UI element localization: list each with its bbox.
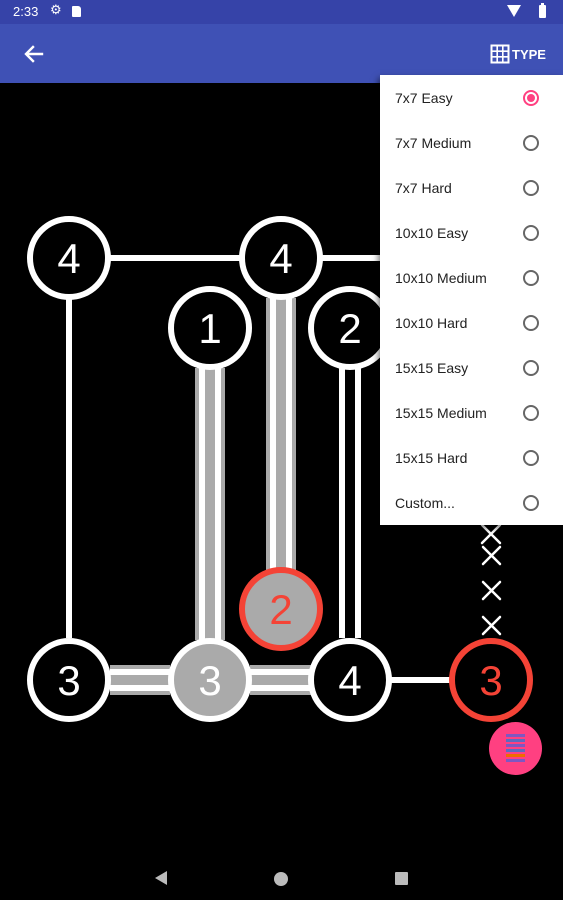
bridge-c-g[interactable] [195,368,225,640]
island-number: 3 [479,657,502,704]
menu-item-7x7-hard[interactable]: 7x7 Hard [380,165,563,210]
menu-item-label: 7x7 Medium [395,134,472,151]
radio-icon[interactable] [523,224,539,241]
menu-item-label: 10x10 Medium [395,269,487,286]
island-number: 1 [198,305,221,352]
navigation-bar [0,855,563,900]
radio-icon[interactable] [523,494,539,511]
back-button[interactable] [18,38,50,70]
menu-item-7x7-medium[interactable]: 7x7 Medium [380,120,563,165]
menu-item-10x10-medium[interactable]: 10x10 Medium [380,255,563,300]
back-arrow-icon [24,45,44,63]
bridge-g-h[interactable] [250,665,311,695]
fab-button[interactable] [489,722,542,775]
x-marks [480,523,502,636]
bridge-b-e[interactable] [266,298,296,570]
gear-icon: ⚙ [50,2,62,17]
menu-item-7x7-easy[interactable]: 7x7 Easy [380,75,563,120]
menu-item-label: 15x15 Hard [395,449,468,466]
x-mark-icon [481,615,502,636]
menu-item-custom[interactable]: Custom... [380,480,563,525]
island-a[interactable]: 4 [27,216,111,300]
radio-icon[interactable] [523,404,539,421]
bridge-f-g[interactable] [110,665,170,695]
x-mark-icon [481,580,502,601]
radio-icon[interactable] [523,314,539,331]
radio-icon[interactable] [523,359,539,376]
menu-item-label: 7x7 Easy [395,89,453,106]
island-number: 2 [269,586,292,633]
island-number: 3 [198,657,221,704]
type-menu: 7x7 Easy 7x7 Medium 7x7 Hard 10x10 Easy … [380,75,563,525]
radio-checked-icon[interactable] [523,89,539,106]
menu-item-label: 10x10 Easy [395,224,469,241]
menu-item-15x15-easy[interactable]: 15x15 Easy [380,345,563,390]
menu-item-10x10-easy[interactable]: 10x10 Easy [380,210,563,255]
menu-item-label: 15x15 Easy [395,359,469,376]
menu-item-label: 15x15 Medium [395,404,487,421]
radio-icon[interactable] [523,449,539,466]
radio-icon[interactable] [523,134,539,151]
status-bar: 2:33 ⚙ [0,0,563,24]
island-number: 4 [57,235,80,282]
menu-item-15x15-medium[interactable]: 15x15 Medium [380,390,563,435]
x-mark-icon [480,523,502,545]
menu-item-15x15-hard[interactable]: 15x15 Hard [380,435,563,480]
island-h[interactable]: 4 [308,638,392,722]
island-c[interactable]: 1 [168,286,252,370]
island-number: 4 [338,657,361,704]
island-g[interactable]: 3 [168,638,252,722]
menu-item-label: 10x10 Hard [395,314,468,331]
island-b[interactable]: 4 [239,216,323,300]
x-mark-icon [481,545,502,566]
radio-icon[interactable] [523,179,539,196]
island-number: 3 [57,657,80,704]
island-e[interactable]: 2 [239,567,323,651]
nav-recents-icon[interactable] [395,872,408,885]
type-button[interactable]: TYPE [490,43,546,65]
menu-stack-icon [506,734,525,762]
type-label: TYPE [512,46,546,62]
island-number: 2 [338,305,361,352]
bridge-d-h[interactable] [339,368,361,638]
island-number: 4 [269,235,292,282]
nav-home-icon[interactable] [274,872,288,886]
battery-icon [539,3,546,18]
menu-item-10x10-hard[interactable]: 10x10 Hard [380,300,563,345]
island-f[interactable]: 3 [27,638,111,722]
menu-item-label: 7x7 Hard [395,179,452,196]
sd-card-icon [72,6,81,17]
menu-item-label: Custom... [395,494,455,511]
wifi-icon [507,5,521,17]
nav-back-icon[interactable] [155,871,167,885]
island-i[interactable]: 3 [449,638,533,722]
status-time: 2:33 [13,4,39,19]
island-d[interactable]: 2 [308,286,392,370]
radio-icon[interactable] [523,269,539,286]
grid-icon [490,44,510,64]
